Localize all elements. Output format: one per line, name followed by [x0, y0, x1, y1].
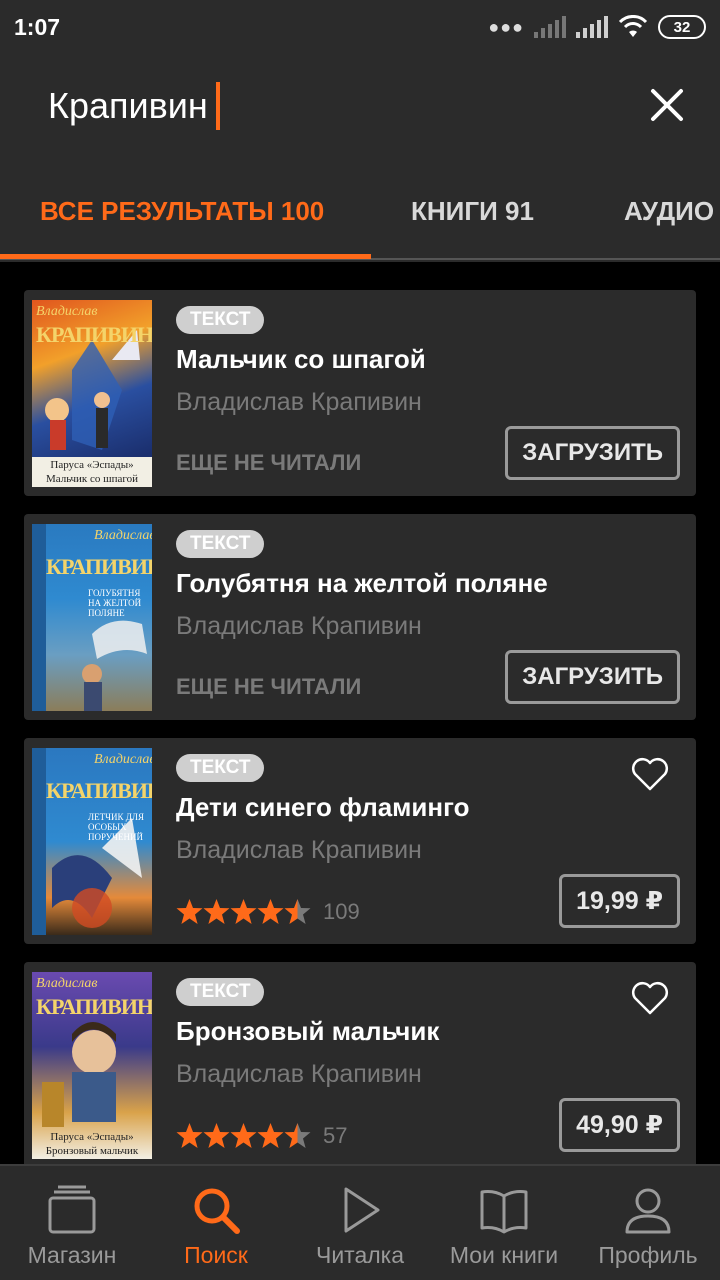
nav-label: Мои книги	[449, 1242, 559, 1268]
format-badge: ТЕКСТ	[176, 978, 265, 1006]
cover-author-last: КРАПИВИН	[46, 778, 152, 803]
search-icon	[194, 1188, 240, 1234]
close-icon[interactable]	[650, 88, 684, 122]
rating-stars	[176, 1122, 311, 1149]
star-icon	[203, 1123, 230, 1148]
book-author[interactable]: Владислав Крапивин	[176, 1060, 422, 1089]
rating: 109	[176, 898, 360, 925]
heart-icon[interactable]	[630, 980, 670, 1016]
cover-caption: Паруса «Эспады» Мальчик со шпагой	[32, 457, 152, 487]
rating-count: 57	[323, 1122, 348, 1148]
book-title[interactable]: Бронзовый мальчик	[176, 1016, 439, 1047]
book-title[interactable]: Дети синего фламинго	[176, 792, 469, 823]
cover-author-last: КРАПИВИН	[36, 994, 152, 1019]
book-title[interactable]: Голубятня на желтой поляне	[176, 568, 548, 599]
search-bar: Крапивин	[0, 60, 720, 156]
star-icon	[230, 899, 257, 924]
rating: 57	[176, 1122, 347, 1149]
price-button[interactable]: 19,99 ₽	[559, 874, 680, 928]
format-badge: ТЕКСТ	[176, 754, 265, 782]
price-button[interactable]: 49,90 ₽	[559, 1098, 680, 1152]
play-icon	[344, 1187, 380, 1233]
search-query: Крапивин	[48, 85, 208, 126]
book-author[interactable]: Владислав Крапивин	[176, 612, 422, 641]
status-icons: ●●● 32	[488, 15, 706, 39]
star-icon	[284, 1123, 311, 1148]
nav-store[interactable]: Магазин	[0, 1166, 144, 1280]
top-bar: 1:07 ●●● 32 Крапивин ВСЕ РЕЗУЛЬТАТЫ 100 …	[0, 0, 720, 262]
more-dots-icon: ●●●	[488, 16, 524, 37]
nav-label: Профиль	[598, 1242, 698, 1268]
star-icon	[230, 1123, 257, 1148]
nav-label: Читалка	[315, 1242, 405, 1268]
wifi-icon	[618, 15, 648, 37]
nav-label: Поиск	[184, 1242, 248, 1268]
format-badge: ТЕКСТ	[176, 530, 265, 558]
reading-status: ЕЩЕ НЕ ЧИТАЛИ	[176, 674, 362, 699]
cover-author-first: Владислав	[94, 752, 152, 767]
book-card[interactable]: Владислав КРАПИВИН Паруса «Эспады» Бронз…	[24, 962, 696, 1168]
bottom-navigation: Магазин Поиск Читалка Мои книги Профиль	[0, 1164, 720, 1280]
download-button[interactable]: ЗАГРУЗИТЬ	[505, 650, 680, 704]
star-icon	[257, 899, 284, 924]
cover-author-first: Владислав	[36, 976, 98, 991]
star-icon	[284, 899, 311, 924]
nav-reader[interactable]: Читалка	[288, 1166, 432, 1280]
book-author[interactable]: Владислав Крапивин	[176, 836, 422, 865]
book-card[interactable]: Владислав КРАПИВИН Паруса «Эспады» Мальч…	[24, 290, 696, 496]
star-icon	[176, 899, 203, 924]
book-cover: Владислав КРАПИВИН ГОЛУБЯТНЯ НА ЖЕЛТОЙ П…	[32, 524, 152, 711]
cover-book-title: ЛЕТЧИК ДЛЯ ОСОБЫХ ПОРУЧЕНИЙ	[88, 812, 144, 842]
active-tab-indicator	[0, 254, 371, 259]
download-button[interactable]: ЗАГРУЗИТЬ	[505, 426, 680, 480]
rating-stars	[176, 898, 311, 925]
cover-author-first: Владислав	[94, 528, 152, 543]
signal-icon	[534, 16, 566, 38]
tab-books[interactable]: КНИГИ 91	[411, 196, 534, 227]
user-icon	[625, 1188, 671, 1234]
book-card[interactable]: Владислав КРАПИВИН ЛЕТЧИК ДЛЯ ОСОБЫХ ПОР…	[24, 738, 696, 944]
nav-profile[interactable]: Профиль	[576, 1166, 720, 1280]
open-book-icon	[480, 1190, 528, 1234]
battery-icon: 32	[658, 15, 706, 39]
text-cursor	[215, 82, 220, 130]
tab-all-results[interactable]: ВСЕ РЕЗУЛЬТАТЫ 100	[40, 196, 324, 227]
cover-caption: Паруса «Эспады» Бронзовый мальчик	[45, 1131, 139, 1157]
heart-icon[interactable]	[630, 756, 670, 792]
star-icon	[203, 899, 230, 924]
signal-icon-2	[576, 16, 608, 38]
star-icon	[257, 1123, 284, 1148]
search-input[interactable]: Крапивин	[48, 82, 220, 130]
cover-author-first: Владислав	[36, 304, 98, 319]
book-title[interactable]: Мальчик со шпагой	[176, 344, 426, 375]
cover-book-title: ГОЛУБЯТНЯ НА ЖЕЛТОЙ ПОЛЯНЕ	[88, 588, 142, 618]
results-tabs: ВСЕ РЕЗУЛЬТАТЫ 100 КНИГИ 91 АУДИО	[0, 170, 720, 260]
star-icon	[176, 1123, 203, 1148]
status-time: 1:07	[14, 13, 61, 40]
format-badge: ТЕКСТ	[176, 306, 265, 334]
rating-count: 109	[323, 898, 360, 924]
nav-my-books[interactable]: Мои книги	[432, 1166, 576, 1280]
cover-author-last: КРАПИВИН	[46, 554, 152, 579]
status-bar: 1:07 ●●● 32	[0, 0, 720, 54]
book-cover: Владислав КРАПИВИН ЛЕТЧИК ДЛЯ ОСОБЫХ ПОР…	[32, 748, 152, 935]
book-cover: Владислав КРАПИВИН Паруса «Эспады» Мальч…	[32, 300, 152, 487]
cover-author-last: КРАПИВИН	[36, 322, 152, 347]
store-icon	[48, 1185, 96, 1234]
book-cover: Владислав КРАПИВИН Паруса «Эспады» Бронз…	[32, 972, 152, 1159]
book-author[interactable]: Владислав Крапивин	[176, 388, 422, 417]
nav-label: Магазин	[27, 1242, 117, 1268]
nav-search[interactable]: Поиск	[144, 1166, 288, 1280]
tab-audio[interactable]: АУДИО	[624, 196, 714, 227]
reading-status: ЕЩЕ НЕ ЧИТАЛИ	[176, 450, 362, 475]
book-card[interactable]: Владислав КРАПИВИН ГОЛУБЯТНЯ НА ЖЕЛТОЙ П…	[24, 514, 696, 720]
